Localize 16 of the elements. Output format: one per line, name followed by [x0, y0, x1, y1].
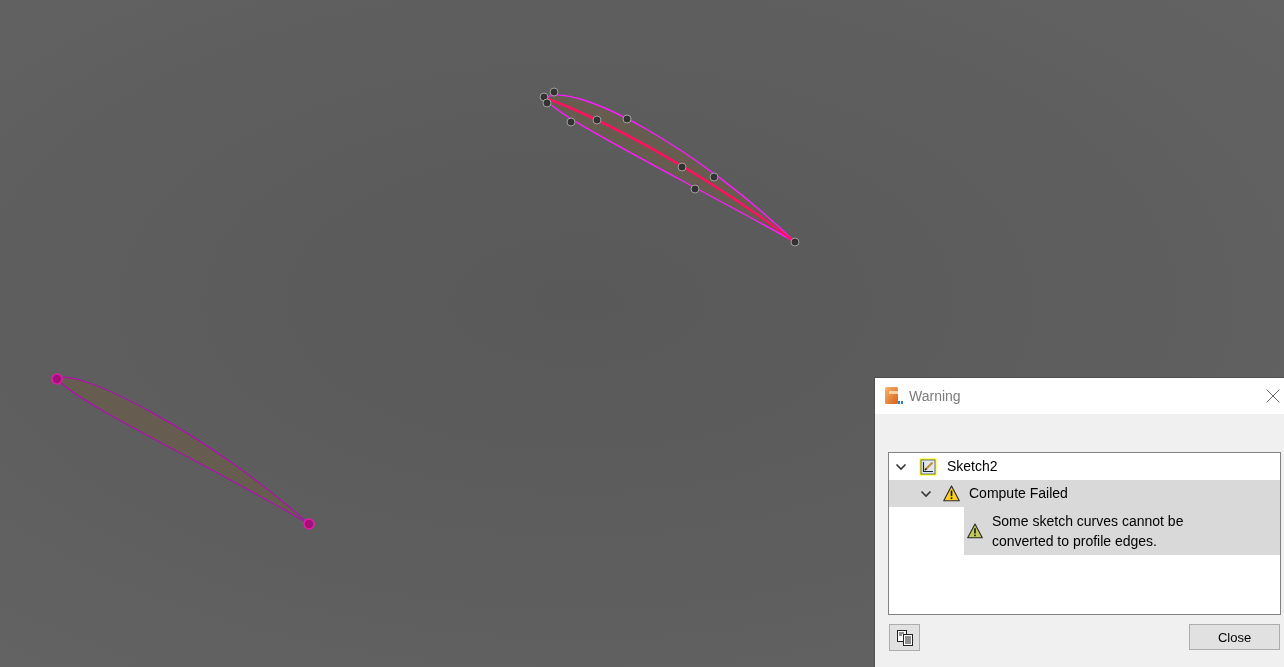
tree-item-label: Sketch2 [947, 457, 998, 476]
tree-row[interactable]: Sketch2 [889, 453, 1280, 480]
tree-item-label: Compute Failed [969, 484, 1068, 503]
dialog-title: Warning [909, 388, 962, 404]
sketch-icon [919, 457, 937, 476]
warning-icon [967, 523, 983, 539]
tree-row[interactable]: Compute Failed [889, 480, 1280, 507]
close-button[interactable] [1265, 388, 1281, 404]
copy-button[interactable] [889, 624, 920, 651]
close-dialog-button[interactable]: Close [1189, 624, 1280, 650]
close-icon [1266, 389, 1280, 403]
tree-row[interactable]: Some sketch curves cannot be converted to profile edges. [964, 507, 1280, 555]
copy-icon [896, 629, 913, 646]
app-logo-icon [885, 387, 903, 405]
warning-icon [943, 485, 960, 502]
message-text: Some sketch curves cannot be converted to profile edges. [992, 512, 1185, 551]
